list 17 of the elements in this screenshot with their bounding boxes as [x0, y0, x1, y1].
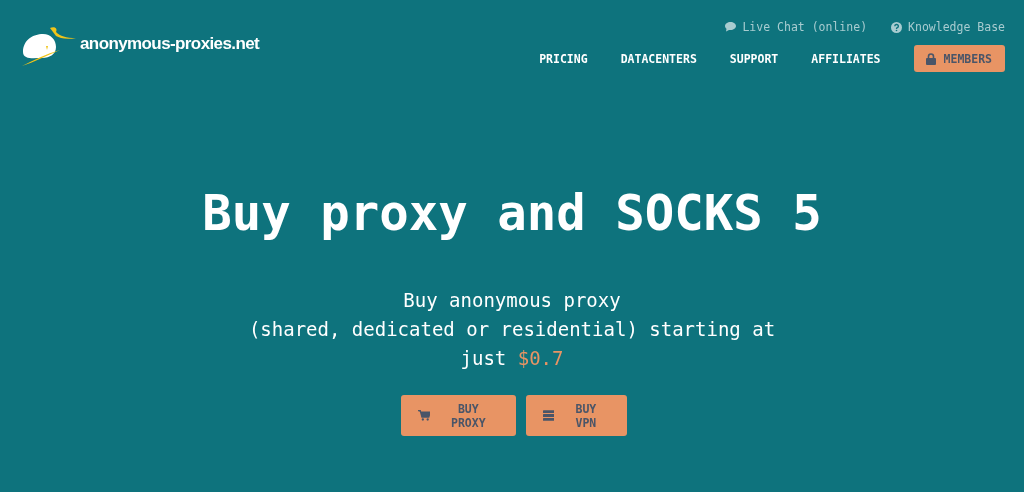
live-chat-link[interactable]: Live Chat (online): [725, 20, 868, 34]
members-button[interactable]: MEMBERS: [913, 45, 1005, 72]
nav-link[interactable]: AFFILIATES: [811, 51, 881, 66]
chat-bubble-icon: [725, 22, 737, 32]
server-icon: [542, 410, 555, 421]
buy-vpn-button[interactable]: BUY VPN: [525, 395, 627, 436]
nav-link[interactable]: DATACENTERS: [620, 51, 697, 66]
buy-proxy-button[interactable]: BUY PROXY: [400, 395, 516, 436]
logo-text[interactable]: anonymous-proxies.net: [80, 34, 260, 54]
lock-icon: [925, 53, 936, 65]
cart-icon: [417, 410, 431, 421]
nav-link[interactable]: PRICING: [539, 51, 588, 66]
help-icon: [891, 21, 903, 33]
hero-subtitle: Buy anonymous proxy (shared, dedicated or residential) starting at just $0.7: [248, 288, 776, 371]
knowledge-base-link[interactable]: Knowledge Base: [891, 20, 1005, 34]
nav-link[interactable]: SUPPORT: [729, 51, 779, 66]
hero-title: Buy proxy and SOCKS 5: [202, 184, 822, 244]
